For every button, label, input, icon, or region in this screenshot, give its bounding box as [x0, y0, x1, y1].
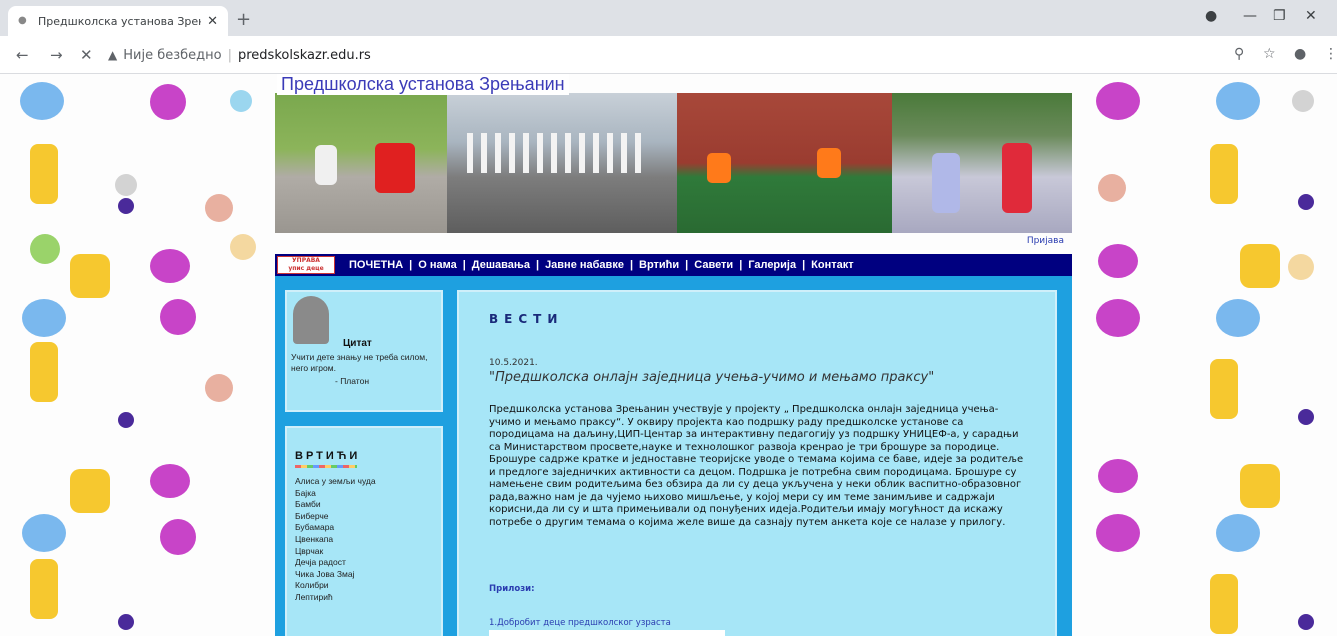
stop-loading-icon[interactable]: ✕	[80, 46, 93, 64]
close-window-icon[interactable]: ✕	[1305, 8, 1317, 24]
forward-icon[interactable]: →	[50, 46, 63, 64]
menu-dots-icon[interactable]: ⋮	[1324, 46, 1337, 62]
main-navigation: УПРАВА упис деце ПОЧЕТНА | О нама | Дешавањ…	[275, 254, 1072, 276]
plato-bust-image	[293, 296, 329, 344]
content-area: Цитат Учити дете знању не треба силом, н…	[275, 276, 1072, 636]
quote-panel: Цитат Учити дете знању не треба силом, н…	[285, 290, 443, 412]
banner-photo-children-medals	[892, 93, 1072, 233]
kindergarten-link[interactable]: Бубамара	[295, 522, 376, 534]
news-panel: ВЕСТИ 10.5.2021. "Предшколска онлајн зај…	[457, 290, 1057, 636]
tab-title: Предшколска установа Зрењан	[38, 14, 201, 28]
site-container: Предшколска установа Зрењанин Пријава УП…	[275, 74, 1072, 636]
kindergarten-link[interactable]: Дечја радост	[295, 557, 376, 569]
new-tab-icon[interactable]: +	[236, 9, 251, 30]
nav-gallery[interactable]: Галерија	[742, 259, 802, 271]
menu-items: ПОЧЕТНА | О нама | Дешавања | Јавне набавке…	[343, 259, 860, 271]
banner-photo-football-children	[677, 93, 892, 233]
attachments-label: Прилози:	[489, 584, 535, 594]
quote-heading: Цитат	[343, 338, 372, 349]
news-title: "Предшколска онлајн заједница учења-учим…	[489, 370, 935, 385]
nav-procurement[interactable]: Јавне набавке	[539, 259, 630, 271]
url-separator: |	[227, 47, 232, 63]
school-admin-logo[interactable]: УПРАВА упис деце	[277, 256, 335, 274]
kindergartens-heading: ВРТИЋИ	[295, 450, 361, 462]
security-label: Није безбедно	[123, 47, 222, 63]
news-date: 10.5.2021.	[489, 358, 538, 368]
zoom-icon[interactable]: ⚲	[1234, 46, 1244, 62]
kindergarten-link[interactable]: Бајка	[295, 488, 376, 500]
profile-icon[interactable]: ●	[1294, 46, 1306, 62]
kindergarten-link[interactable]: Лептирић	[295, 592, 376, 604]
nav-contact[interactable]: Контакт	[805, 259, 859, 271]
site-title[interactable]: Предшколска установа Зрењанин	[277, 74, 569, 95]
banner-photo-exercising-children	[447, 93, 677, 233]
nav-home[interactable]: ПОЧЕТНА	[343, 259, 409, 271]
banner-photo-running-children	[275, 93, 447, 233]
quote-author: - Платон	[335, 376, 370, 386]
news-heading: ВЕСТИ	[489, 312, 564, 326]
close-tab-icon[interactable]: ✕	[207, 14, 218, 29]
url-text: predskolskazr.edu.rs	[237, 47, 371, 63]
back-icon[interactable]: ←	[16, 46, 29, 64]
kindergartens-heading-underline	[295, 465, 357, 468]
kindergartens-list: Алиса у земљи чуда Бајка Бамби Биберче Б…	[295, 476, 376, 604]
attachment-preview	[489, 630, 725, 636]
minimize-icon[interactable]: —	[1243, 8, 1257, 24]
nav-kindergartens[interactable]: Вртићи	[633, 259, 685, 271]
news-body: Предшколска установа Зрењанин учествује …	[489, 404, 1024, 528]
url-field[interactable]: ▲ Није безбедно | predskolskazr.edu.rs	[108, 41, 1258, 69]
maximize-icon[interactable]: ❐	[1273, 8, 1286, 24]
nav-events[interactable]: Дешавања	[466, 259, 536, 271]
header-banner	[275, 93, 1072, 233]
browser-tab-bar: ● Предшколска установа Зрењан ✕ + ● — ❐ …	[0, 0, 1337, 36]
nav-about[interactable]: О нама	[412, 259, 462, 271]
kindergarten-link[interactable]: Чика Јова Змај	[295, 569, 376, 581]
bookmark-star-icon[interactable]: ☆	[1263, 46, 1276, 62]
profile-indicator-icon[interactable]: ●	[1205, 8, 1217, 24]
kindergarten-link[interactable]: Цвенкапа	[295, 534, 376, 546]
kindergartens-panel: ВРТИЋИ Алиса у земљи чуда Бајка Бамби Би…	[285, 426, 443, 636]
attachment-link[interactable]: 1.Добробит деце предшколског узраста	[489, 618, 671, 628]
kindergarten-link[interactable]: Биберче	[295, 511, 376, 523]
kindergarten-link[interactable]: Колибри	[295, 580, 376, 592]
page-viewport: Предшколска установа Зрењанин Пријава УП…	[0, 74, 1337, 636]
quote-text: Учити дете знању не треба силом, него иг…	[291, 352, 428, 373]
kindergarten-link[interactable]: Бамби	[295, 499, 376, 511]
address-bar: ← → ✕ ▲ Није безбедно | predskolskazr.ed…	[0, 36, 1337, 74]
nav-advice[interactable]: Савети	[688, 259, 739, 271]
warning-icon: ▲	[108, 48, 118, 62]
login-link[interactable]: Пријава	[1027, 236, 1064, 246]
browser-tab[interactable]: ● Предшколска установа Зрењан ✕	[8, 6, 228, 36]
site-favicon-icon: ●	[18, 15, 27, 26]
kindergarten-link[interactable]: Алиса у земљи чуда	[295, 476, 376, 488]
kindergarten-link[interactable]: Цврчак	[295, 546, 376, 558]
